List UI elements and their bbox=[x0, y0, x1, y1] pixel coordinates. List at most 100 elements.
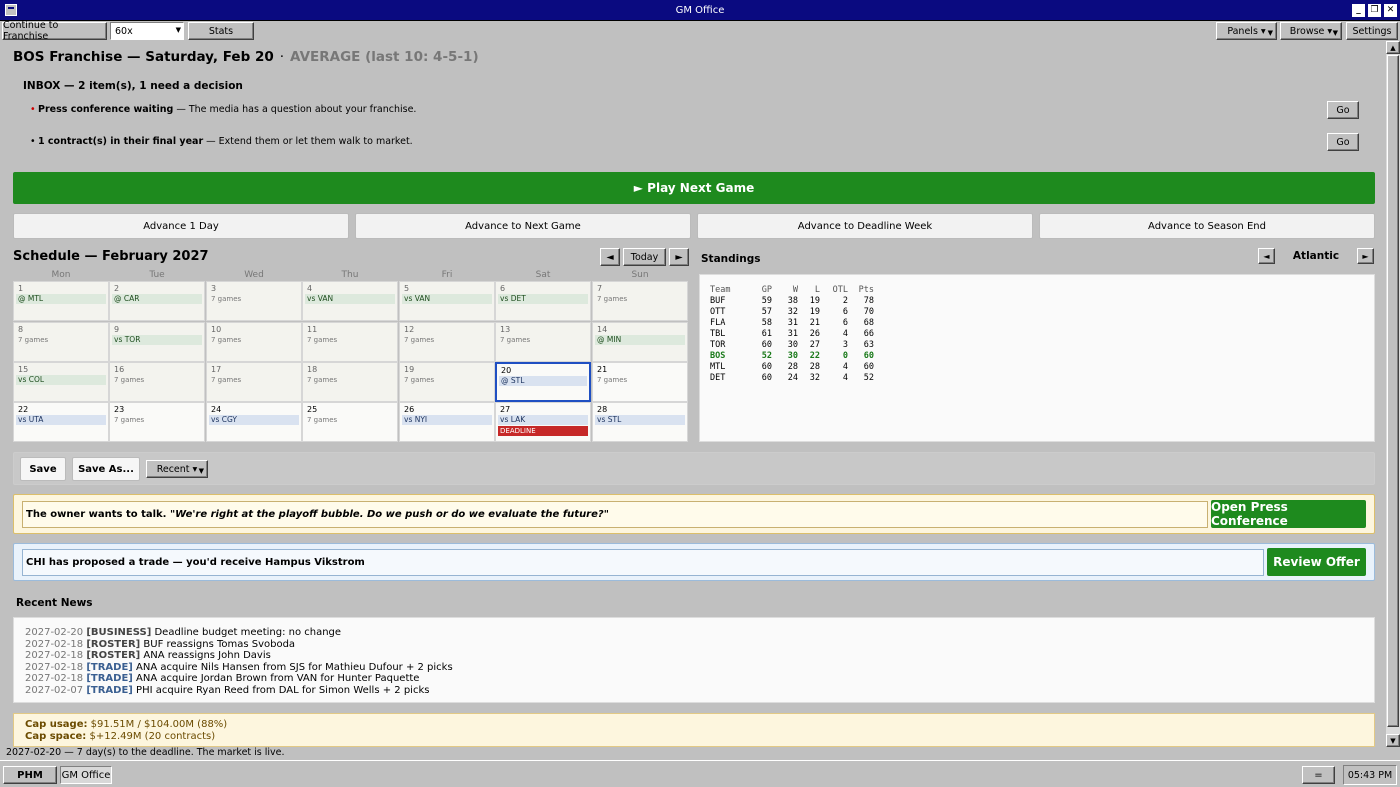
game-event[interactable]: vs STL bbox=[595, 415, 685, 425]
calendar-day[interactable]: 13 7 games bbox=[495, 322, 591, 362]
calendar-day[interactable]: 23 7 games bbox=[109, 402, 205, 442]
standings-cell: 27 bbox=[809, 339, 820, 350]
calendar-day[interactable]: 11 7 games bbox=[302, 322, 398, 362]
standings-row[interactable]: MTL 60 28 28 4 60 bbox=[710, 361, 874, 372]
calendar-day[interactable]: 8 7 games bbox=[13, 322, 109, 362]
save-as-button[interactable]: Save As... bbox=[72, 457, 140, 481]
calendar-day[interactable]: 4 vs VAN bbox=[302, 281, 398, 321]
calendar-day[interactable]: 25 7 games bbox=[302, 402, 398, 442]
standings-row[interactable]: TOR 60 30 27 3 63 bbox=[710, 339, 874, 350]
clock: 05:43 PM bbox=[1343, 765, 1397, 785]
game-event[interactable]: vs CGY bbox=[209, 415, 299, 425]
calendar-day[interactable]: 22 vs UTA bbox=[13, 402, 109, 442]
today-button[interactable]: Today bbox=[623, 248, 666, 266]
panels-button[interactable]: Panels ▾ ▼ bbox=[1216, 22, 1277, 40]
start-button[interactable]: PHM bbox=[3, 766, 57, 784]
calendar-day[interactable]: 21 7 games bbox=[592, 362, 688, 402]
game-event[interactable]: vs LAK bbox=[498, 415, 588, 425]
recent-saves-button[interactable]: Recent ▾ ▼ bbox=[146, 460, 208, 478]
taskbar-item-gm-office[interactable]: GM Office bbox=[60, 766, 112, 784]
advance-1-day-button[interactable]: Advance 1 Day bbox=[13, 213, 349, 239]
advance-deadline-week-button[interactable]: Advance to Deadline Week bbox=[697, 213, 1033, 239]
news-item[interactable]: 2027-02-18 [ROSTER] BUF reassigns Tomas … bbox=[25, 639, 295, 650]
open-press-conference-button[interactable]: Open Press Conference bbox=[1211, 500, 1366, 528]
vertical-scrollbar[interactable]: ▲ ▼ bbox=[1386, 41, 1400, 747]
standings-row[interactable]: FLA 58 31 21 6 68 bbox=[710, 317, 874, 328]
day-number: 13 bbox=[500, 325, 511, 334]
standings-row[interactable]: TBL 61 31 26 4 66 bbox=[710, 328, 874, 339]
calendar-day[interactable]: 24 vs CGY bbox=[206, 402, 302, 442]
close-icon[interactable]: ✕ bbox=[1384, 4, 1397, 17]
maximize-icon[interactable]: ❐ bbox=[1368, 4, 1381, 17]
news-item[interactable]: 2027-02-18 [TRADE] ANA acquire Nils Hans… bbox=[25, 662, 453, 673]
next-division-button[interactable]: ► bbox=[1357, 248, 1374, 264]
news-item[interactable]: 2027-02-07 [TRADE] PHI acquire Ryan Reed… bbox=[25, 685, 429, 696]
calendar-day[interactable]: 15 vs COL bbox=[13, 362, 109, 402]
game-event[interactable]: @ MIN bbox=[595, 335, 685, 345]
calendar-day[interactable]: 1 @ MTL bbox=[13, 281, 109, 321]
game-event[interactable]: vs UTA bbox=[16, 415, 106, 425]
go-button[interactable]: Go bbox=[1327, 133, 1359, 151]
review-offer-button[interactable]: Review Offer bbox=[1267, 548, 1366, 576]
calendar-day-today[interactable]: 20 @ STL bbox=[495, 362, 591, 402]
standings-row[interactable]: DET 60 24 32 4 52 bbox=[710, 372, 874, 383]
game-event[interactable]: vs COL bbox=[16, 375, 106, 385]
news-item[interactable]: 2027-02-18 [ROSTER] ANA reassigns John D… bbox=[25, 650, 271, 661]
standings-row[interactable]: BUF 59 38 19 2 78 bbox=[710, 295, 874, 306]
game-event[interactable]: @ MTL bbox=[16, 294, 106, 304]
calendar-day[interactable]: 5 vs VAN bbox=[399, 281, 495, 321]
advance-next-game-button[interactable]: Advance to Next Game bbox=[355, 213, 691, 239]
game-event[interactable]: vs DET bbox=[498, 294, 588, 304]
play-next-game-button[interactable]: ► Play Next Game bbox=[13, 172, 1375, 204]
cap-space-note: (20 contracts) bbox=[141, 731, 216, 742]
calendar-day[interactable]: 19 7 games bbox=[399, 362, 495, 402]
game-event[interactable]: @ STL bbox=[499, 376, 587, 386]
calendar-day[interactable]: 10 7 games bbox=[206, 322, 302, 362]
stats-button[interactable]: Stats bbox=[188, 22, 254, 40]
tray-menu-icon[interactable]: = bbox=[1302, 766, 1335, 784]
prev-month-button[interactable]: ◄ bbox=[600, 248, 620, 266]
continue-to-franchise-button[interactable]: Continue to Franchise bbox=[2, 20, 107, 42]
standings-row[interactable]: OTT 57 32 19 6 70 bbox=[710, 306, 874, 317]
minimize-icon[interactable]: _ bbox=[1352, 4, 1365, 17]
game-event[interactable]: vs VAN bbox=[305, 294, 395, 304]
next-month-button[interactable]: ► bbox=[669, 248, 689, 266]
game-event[interactable]: vs NYI bbox=[402, 415, 492, 425]
standings-cell: 60 bbox=[863, 361, 874, 372]
calendar-day[interactable]: 14 @ MIN bbox=[592, 322, 688, 362]
news-item[interactable]: 2027-02-20 [BUSINESS] Deadline budget me… bbox=[25, 627, 341, 638]
browse-button[interactable]: Browse ▾ ▼ bbox=[1280, 22, 1342, 40]
calendar-day[interactable]: 9 vs TOR bbox=[109, 322, 205, 362]
go-button[interactable]: Go bbox=[1327, 101, 1359, 119]
game-event[interactable]: vs TOR bbox=[112, 335, 202, 345]
calendar-day[interactable]: 28 vs STL bbox=[592, 402, 688, 442]
standings-row[interactable]: BOS 52 30 22 0 60 bbox=[710, 350, 874, 361]
standings-cell: 58 bbox=[761, 317, 772, 328]
calendar-day[interactable]: 17 7 games bbox=[206, 362, 302, 402]
day-number: 1 bbox=[18, 284, 24, 293]
day-number: 14 bbox=[597, 325, 608, 334]
calendar-day[interactable]: 7 7 games bbox=[592, 281, 688, 321]
calendar-day[interactable]: 6 vs DET bbox=[495, 281, 591, 321]
scroll-thumb[interactable] bbox=[1387, 55, 1399, 727]
zoom-select[interactable]: 60x ▼ bbox=[110, 22, 184, 40]
calendar-day[interactable]: 18 7 games bbox=[302, 362, 398, 402]
window-menu-icon[interactable] bbox=[5, 4, 17, 16]
advance-season-end-button[interactable]: Advance to Season End bbox=[1039, 213, 1375, 239]
bullet-dot-icon: • bbox=[30, 136, 36, 147]
news-item[interactable]: 2027-02-18 [TRADE] ANA acquire Jordan Br… bbox=[25, 673, 419, 684]
prev-division-button[interactable]: ◄ bbox=[1258, 248, 1275, 264]
inbox-item: • 1 contract(s) in their final year — Ext… bbox=[30, 136, 413, 147]
scroll-up-icon[interactable]: ▲ bbox=[1386, 41, 1400, 54]
calendar-day[interactable]: 27 vs LAK DEADLINE bbox=[495, 402, 591, 442]
calendar-day[interactable]: 26 vs NYI bbox=[399, 402, 495, 442]
calendar-day[interactable]: 2 @ CAR bbox=[109, 281, 205, 321]
calendar-day[interactable]: 16 7 games bbox=[109, 362, 205, 402]
calendar-day[interactable]: 12 7 games bbox=[399, 322, 495, 362]
game-event[interactable]: vs VAN bbox=[402, 294, 492, 304]
save-button[interactable]: Save bbox=[20, 457, 66, 481]
game-event[interactable]: @ CAR bbox=[112, 294, 202, 304]
settings-button[interactable]: Settings bbox=[1346, 22, 1398, 40]
calendar-day[interactable]: 3 7 games bbox=[206, 281, 302, 321]
scroll-down-icon[interactable]: ▼ bbox=[1386, 734, 1400, 747]
